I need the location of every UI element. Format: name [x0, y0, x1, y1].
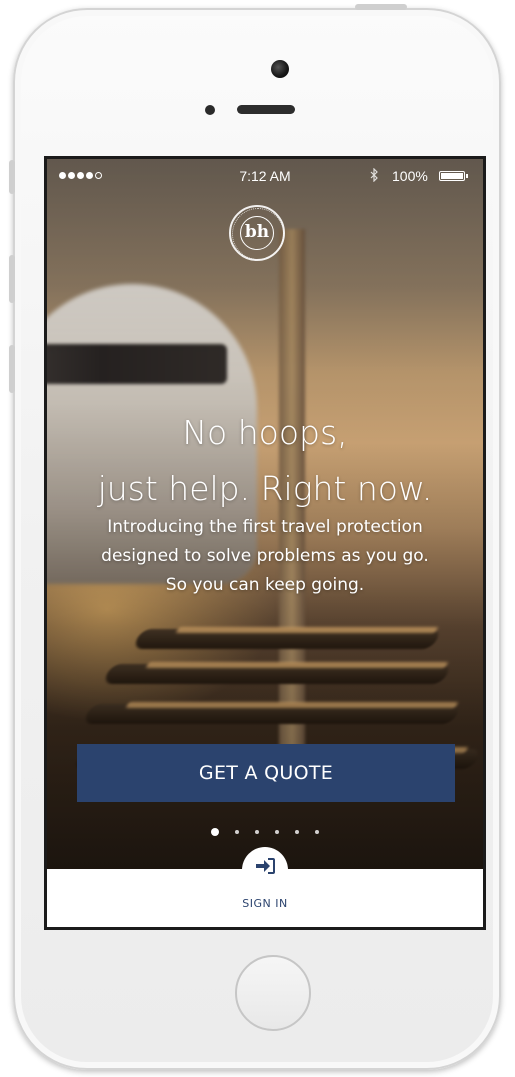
pagination-dots — [47, 823, 483, 841]
brand-seal-logo: bh — [229, 205, 285, 261]
page-dot[interactable] — [255, 829, 259, 834]
power-button[interactable] — [355, 4, 407, 10]
sign-in-arrow-icon — [256, 858, 275, 874]
subtitle-line-3: So you can keep going. — [165, 575, 365, 595]
subtitle-line-2: designed to solve problems as you go. — [101, 546, 429, 566]
headline-line-2: just help. Right now. — [97, 469, 433, 508]
earpiece-speaker — [237, 105, 295, 114]
home-button[interactable] — [235, 955, 311, 1031]
page-dot[interactable] — [275, 829, 279, 834]
battery-percent: 100% — [392, 168, 428, 184]
logo-mark: bh — [240, 216, 274, 250]
sign-in-button[interactable] — [242, 847, 288, 893]
bluetooth-icon — [370, 167, 378, 185]
volume-up-button[interactable] — [9, 255, 15, 303]
page-dot[interactable] — [315, 829, 319, 834]
mute-switch[interactable] — [9, 160, 15, 194]
page-dot[interactable] — [295, 829, 299, 834]
screen: 7:12 AM 100% bh No hoops, just help. Rig… — [44, 156, 486, 930]
battery-tip — [466, 174, 468, 178]
volume-down-button[interactable] — [9, 345, 15, 393]
proximity-sensor — [205, 105, 215, 115]
battery-icon — [439, 171, 465, 181]
front-camera — [271, 60, 289, 78]
subtitle-line-1: Introducing the first travel protection — [107, 517, 423, 537]
headline-line-1: No hoops, — [182, 413, 348, 452]
page-dot-active[interactable] — [211, 827, 219, 836]
page-dot[interactable] — [235, 829, 239, 834]
status-bar: 7:12 AM 100% — [47, 159, 483, 193]
sign-in-label[interactable]: SIGN IN — [47, 897, 483, 910]
get-a-quote-button[interactable]: GET A QUOTE — [77, 744, 455, 802]
